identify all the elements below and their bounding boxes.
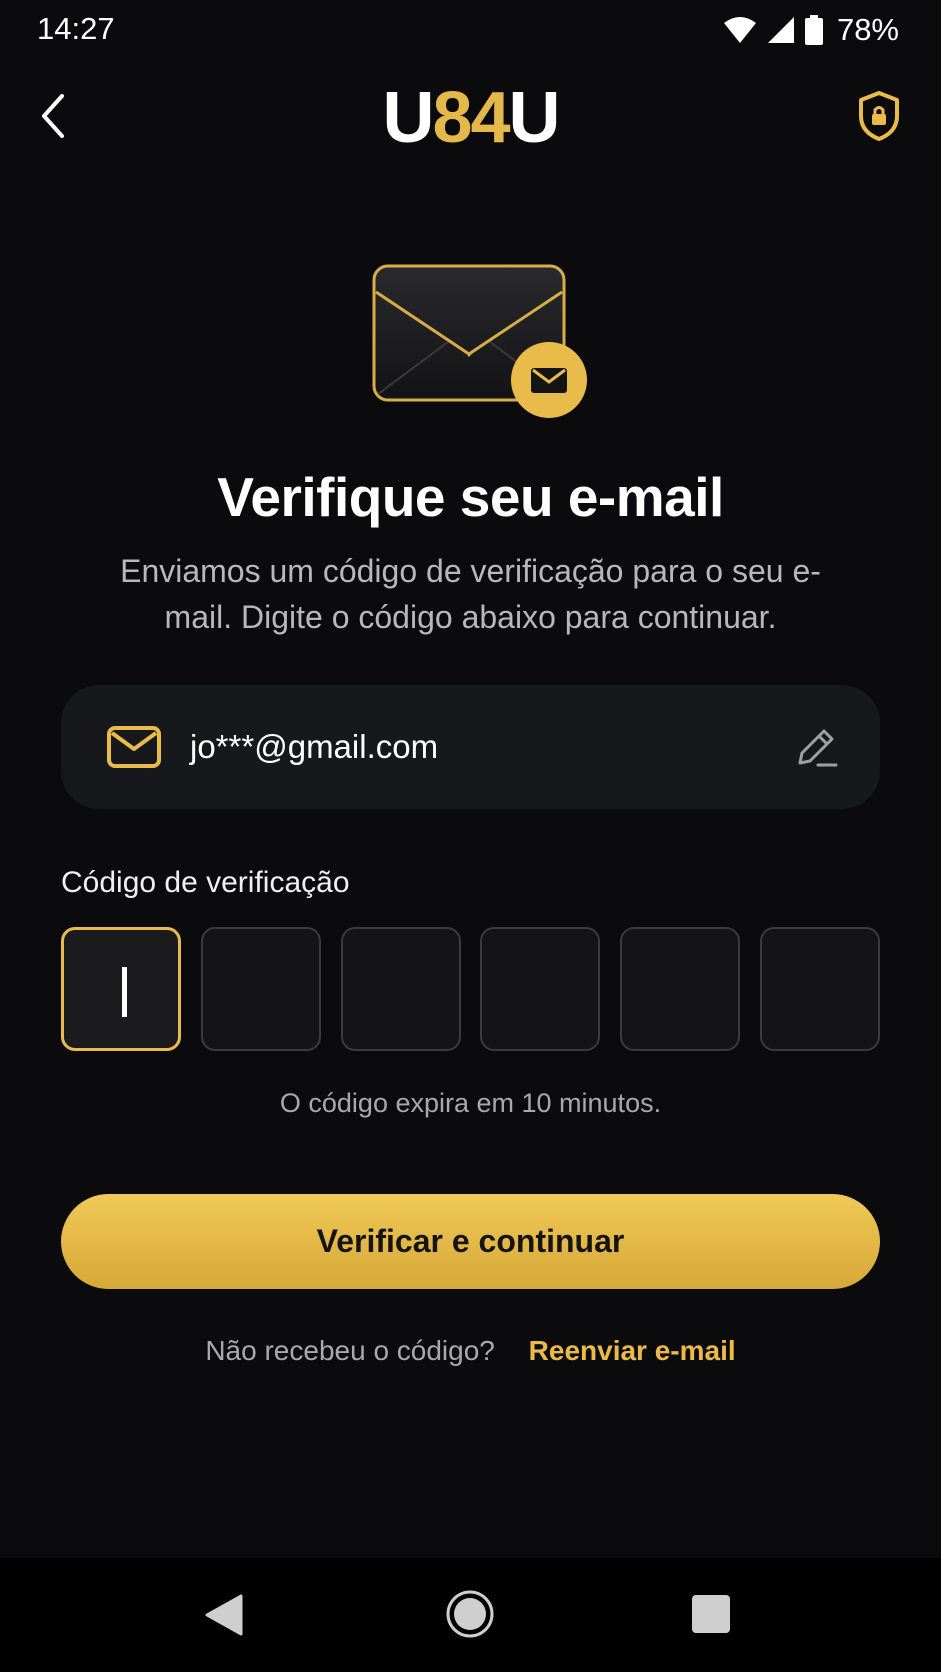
logo-text-u2: U <box>508 78 561 158</box>
page-title: Verifique seu e-mail <box>217 466 724 528</box>
status-bar: 14:27 78% <box>0 0 941 58</box>
code-digit-2[interactable] <box>200 927 321 1051</box>
mail-icon <box>107 726 161 768</box>
envelope-illustration <box>368 262 590 422</box>
brand-logo: U84U <box>0 78 941 158</box>
wifi-icon <box>723 17 756 43</box>
security-button[interactable] <box>853 88 905 144</box>
status-icons: 78% <box>723 12 899 48</box>
battery-icon <box>804 15 823 45</box>
battery-percent: 78% <box>836 12 899 47</box>
code-input-group <box>61 927 880 1051</box>
logo-text-84: 84 <box>432 78 510 158</box>
nav-home-icon[interactable] <box>445 1589 495 1639</box>
pencil-icon <box>798 729 838 767</box>
nav-recents-icon[interactable] <box>692 1595 730 1633</box>
signal-icon <box>767 17 794 43</box>
code-expiry-note: O código expira em 10 minutos. <box>279 1088 662 1118</box>
code-digit-6[interactable] <box>759 927 880 1051</box>
logo-text-u1: U <box>382 78 434 158</box>
verify-email-screen: 14:27 78% U84U Verifique seu e-mail Envi… <box>0 0 941 1672</box>
nav-back-icon[interactable] <box>203 1594 243 1636</box>
code-digit-1[interactable] <box>61 927 181 1051</box>
code-digit-5[interactable] <box>620 927 741 1051</box>
status-time: 14:27 <box>37 11 115 46</box>
page-subtitle: Enviamos um código de verificação para o… <box>120 553 821 635</box>
shield-lock-icon <box>859 91 899 141</box>
resend-email-link[interactable]: Reenviar e-mail <box>529 1335 736 1366</box>
text-caret <box>122 967 127 1017</box>
system-nav-bar <box>0 1558 941 1672</box>
code-label: Código de verificação <box>61 866 350 899</box>
envelope-icon <box>372 264 587 418</box>
email-address: jo***@gmail.com <box>190 728 439 765</box>
code-digit-3[interactable] <box>340 927 461 1051</box>
resend-question: Não recebeu o código? <box>205 1335 495 1366</box>
edit-email-button[interactable] <box>790 721 842 773</box>
resend-row: Não recebeu o código? Reenviar e-mail <box>0 1335 941 1367</box>
email-display-card: jo***@gmail.com <box>61 685 880 809</box>
code-digit-4[interactable] <box>480 927 601 1051</box>
header: U84U <box>0 70 941 160</box>
verify-continue-button[interactable]: Verificar e continuar <box>61 1194 880 1289</box>
